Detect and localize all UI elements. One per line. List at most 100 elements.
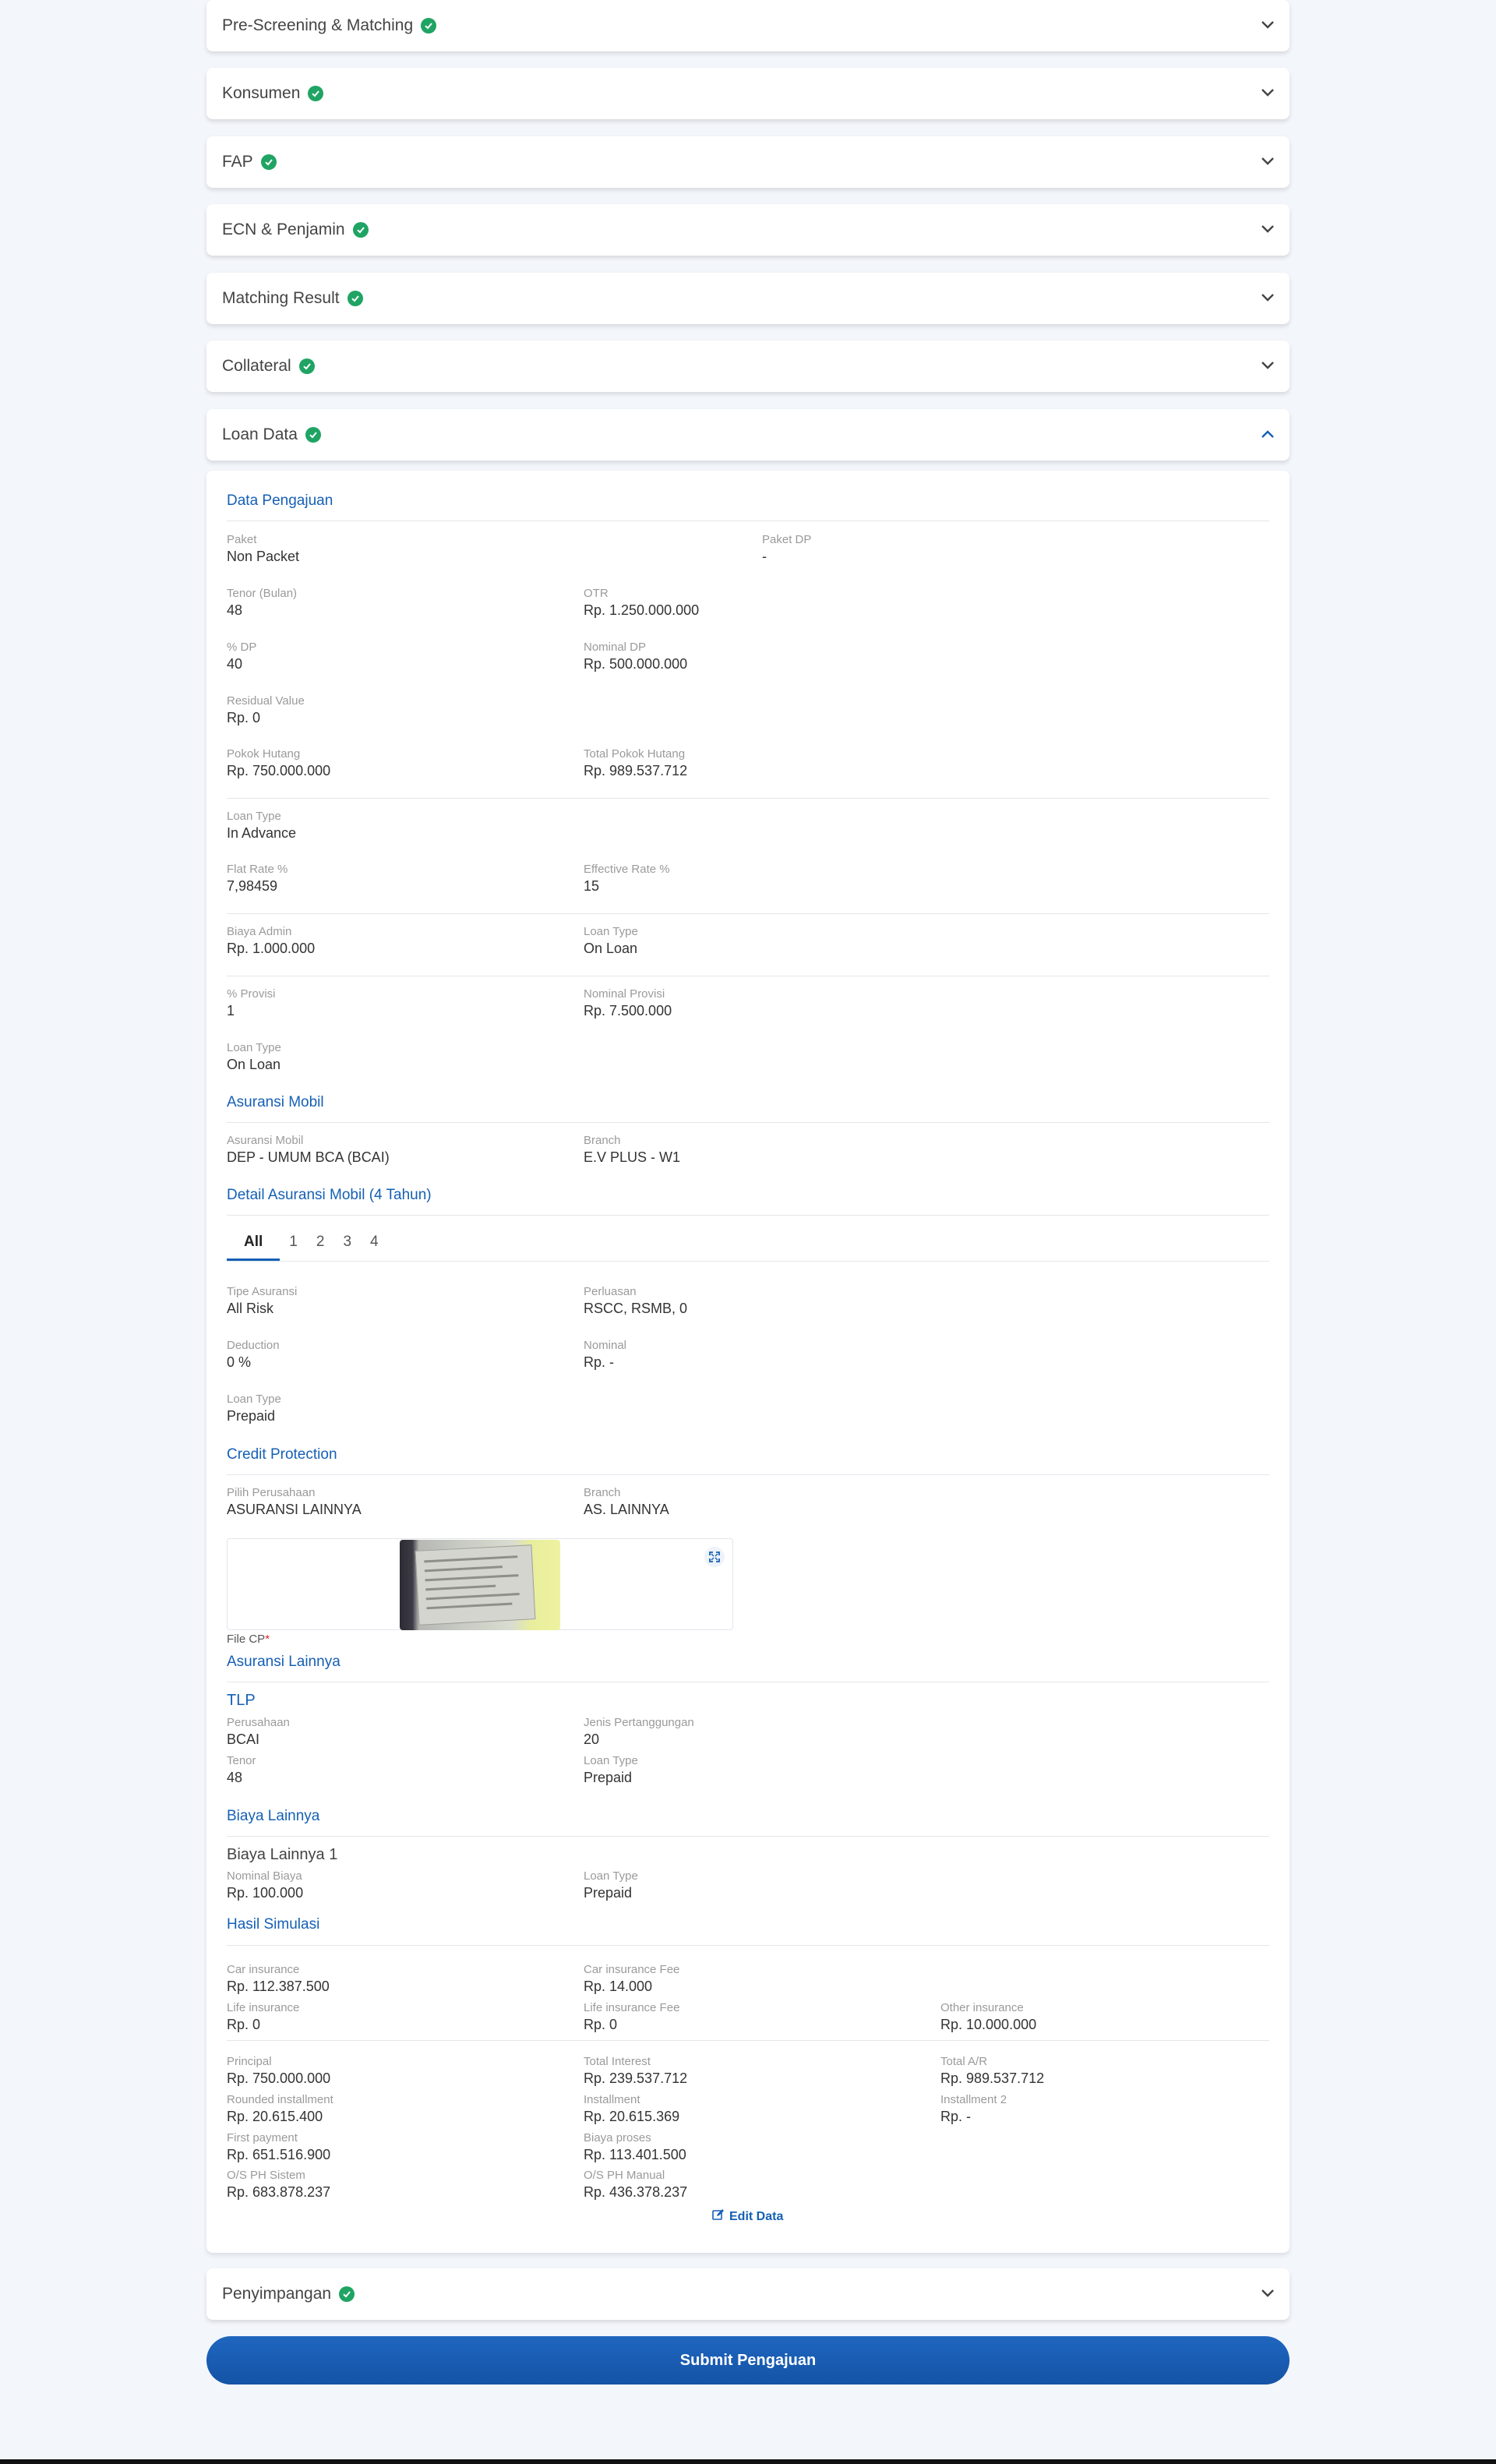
nominal-provisi-label: Nominal Provisi: [584, 987, 665, 1001]
chevron-down-icon[interactable]: [1260, 155, 1275, 168]
otr-label: OTR: [584, 587, 609, 600]
divider: [227, 1261, 1269, 1262]
chevron-down-icon[interactable]: [1260, 291, 1275, 304]
accordion-title: ECN & Penjamin: [222, 221, 345, 238]
loan-type-label: Loan Type: [227, 810, 281, 823]
dp-percent-label: % DP: [227, 641, 257, 654]
perusahaan-label: Perusahaan: [227, 1716, 290, 1729]
divider: [227, 798, 1269, 799]
edit-data-button[interactable]: Edit Data: [712, 2208, 783, 2225]
admin-loan-type-value: On Loan: [584, 941, 638, 956]
section-title-biaya-lainnya: Biaya Lainnya: [227, 1808, 320, 1824]
paket-label: Paket: [227, 533, 257, 546]
nominal-biaya-label: Nominal Biaya: [227, 1869, 302, 1883]
accordion-fap[interactable]: FAP: [206, 136, 1290, 188]
chevron-down-icon[interactable]: [1260, 86, 1275, 99]
principal-label: Principal: [227, 2055, 272, 2068]
rounded-installment-label: Rounded installment: [227, 2093, 333, 2106]
os-ph-sistem-value: Rp. 683.878.237: [227, 2184, 331, 2200]
file-cp-label-row: File CP*: [227, 1633, 270, 1646]
chevron-down-icon[interactable]: [1260, 2287, 1275, 2300]
accordion-collateral[interactable]: Collateral: [206, 341, 1290, 392]
accordion-loan-data[interactable]: Loan Data: [206, 409, 1290, 461]
nominal-dp-label: Nominal DP: [584, 641, 647, 654]
check-circle-icon: [308, 86, 324, 101]
tlp-loan-type-label: Loan Type: [584, 1754, 638, 1767]
accordion-matching-result[interactable]: Matching Result: [206, 273, 1290, 324]
tab-all[interactable]: All: [227, 1223, 280, 1261]
expand-icon[interactable]: [704, 1547, 725, 1567]
check-circle-icon: [339, 2286, 355, 2302]
chevron-up-icon[interactable]: [1260, 428, 1275, 440]
car-insurance-label: Car insurance: [227, 1963, 300, 1976]
accordion-title: FAP: [222, 153, 253, 171]
branch-cp-label: Branch: [584, 1486, 621, 1499]
file-cp-preview[interactable]: [227, 1538, 733, 1630]
life-insurance-label: Life insurance: [227, 2001, 300, 2014]
divider: [227, 2040, 1269, 2041]
nominal-dp-value: Rp. 500.000.000: [584, 656, 688, 672]
divider: [227, 1945, 1269, 1946]
accordion-title: Loan Data: [222, 425, 298, 443]
chevron-down-icon[interactable]: [1260, 223, 1275, 235]
loan-type-value: In Advance: [227, 825, 297, 841]
first-payment-value: Rp. 651.516.900: [227, 2147, 331, 2162]
effective-rate-label: Effective Rate %: [584, 863, 670, 876]
perluasan-value: RSCC, RSMB, 0: [584, 1301, 688, 1316]
tab-year-1[interactable]: 1: [280, 1223, 307, 1261]
effective-rate-value: 15: [584, 878, 600, 894]
nominal-biaya-value: Rp. 100.000: [227, 1885, 304, 1901]
chevron-down-icon[interactable]: [1260, 19, 1275, 31]
bottom-edge-bar: [0, 2459, 1496, 2464]
biaya-loan-type-value: Prepaid: [584, 1885, 633, 1901]
accordion-pre-screening[interactable]: Pre-Screening & Matching: [206, 0, 1290, 51]
provisi-loan-type-label: Loan Type: [227, 1041, 281, 1054]
installment-2-value: Rp. -: [940, 2109, 972, 2124]
tlp-tenor-label: Tenor: [227, 1754, 256, 1767]
flat-rate-label: Flat Rate %: [227, 863, 288, 876]
accordion-penyimpangan[interactable]: Penyimpangan: [206, 2268, 1290, 2320]
section-title-asuransi-mobil: Asuransi Mobil: [227, 1094, 324, 1110]
tab-year-3[interactable]: 3: [333, 1223, 361, 1261]
chevron-down-icon[interactable]: [1260, 359, 1275, 372]
accordion-konsumen[interactable]: Konsumen: [206, 68, 1290, 119]
car-insurance-fee-label: Car insurance Fee: [584, 1963, 680, 1976]
tab-year-2[interactable]: 2: [307, 1223, 334, 1261]
deduction-value: 0 %: [227, 1354, 252, 1370]
paket-value: Non Packet: [227, 549, 300, 564]
check-circle-icon: [298, 358, 315, 374]
divider: [227, 913, 1269, 914]
admin-loan-type-label: Loan Type: [584, 925, 638, 938]
tlp-loan-type-value: Prepaid: [584, 1770, 633, 1785]
life-insurance-fee-value: Rp. 0: [584, 2017, 618, 2032]
asuransi-branch-value: E.V PLUS - W1: [584, 1149, 681, 1165]
document-thumbnail[interactable]: [400, 1540, 560, 1630]
pokok-hutang-value: Rp. 750.000.000: [227, 763, 331, 778]
asuransi-loan-type-label: Loan Type: [227, 1393, 281, 1406]
life-insurance-value: Rp. 0: [227, 2017, 261, 2032]
tenor-value: 48: [227, 602, 243, 618]
os-ph-manual-label: O/S PH Manual: [584, 2169, 665, 2182]
submit-pengajuan-button[interactable]: Submit Pengajuan: [206, 2336, 1290, 2385]
biaya-loan-type-label: Loan Type: [584, 1869, 638, 1883]
biaya-proses-value: Rp. 113.401.500: [584, 2147, 686, 2162]
nominal-value: Rp. -: [584, 1354, 615, 1370]
provisi-label: % Provisi: [227, 987, 276, 1001]
provisi-value: 1: [227, 1003, 235, 1018]
tab-year-4[interactable]: 4: [361, 1223, 388, 1261]
loan-data-panel: Data Pengajuan Paket Non Packet Paket DP…: [206, 471, 1290, 2253]
required-mark: *: [265, 1633, 270, 1646]
asuransi-mobil-value: DEP - UMUM BCA (BCAI): [227, 1149, 390, 1165]
divider: [227, 1122, 1269, 1123]
biaya-proses-label: Biaya proses: [584, 2131, 651, 2145]
installment-label: Installment: [584, 2093, 640, 2106]
nominal-label: Nominal: [584, 1339, 627, 1352]
tlp-title: TLP: [227, 1692, 256, 1709]
tlp-tenor-value: 48: [227, 1770, 243, 1785]
section-title-credit-protection: Credit Protection: [227, 1446, 337, 1463]
total-pokok-label: Total Pokok Hutang: [584, 747, 686, 761]
residual-label: Residual Value: [227, 694, 305, 708]
accordion-title: Konsumen: [222, 84, 301, 102]
accordion-ecn-penjamin[interactable]: ECN & Penjamin: [206, 204, 1290, 256]
section-title-asuransi-lainnya: Asuransi Lainnya: [227, 1654, 340, 1670]
